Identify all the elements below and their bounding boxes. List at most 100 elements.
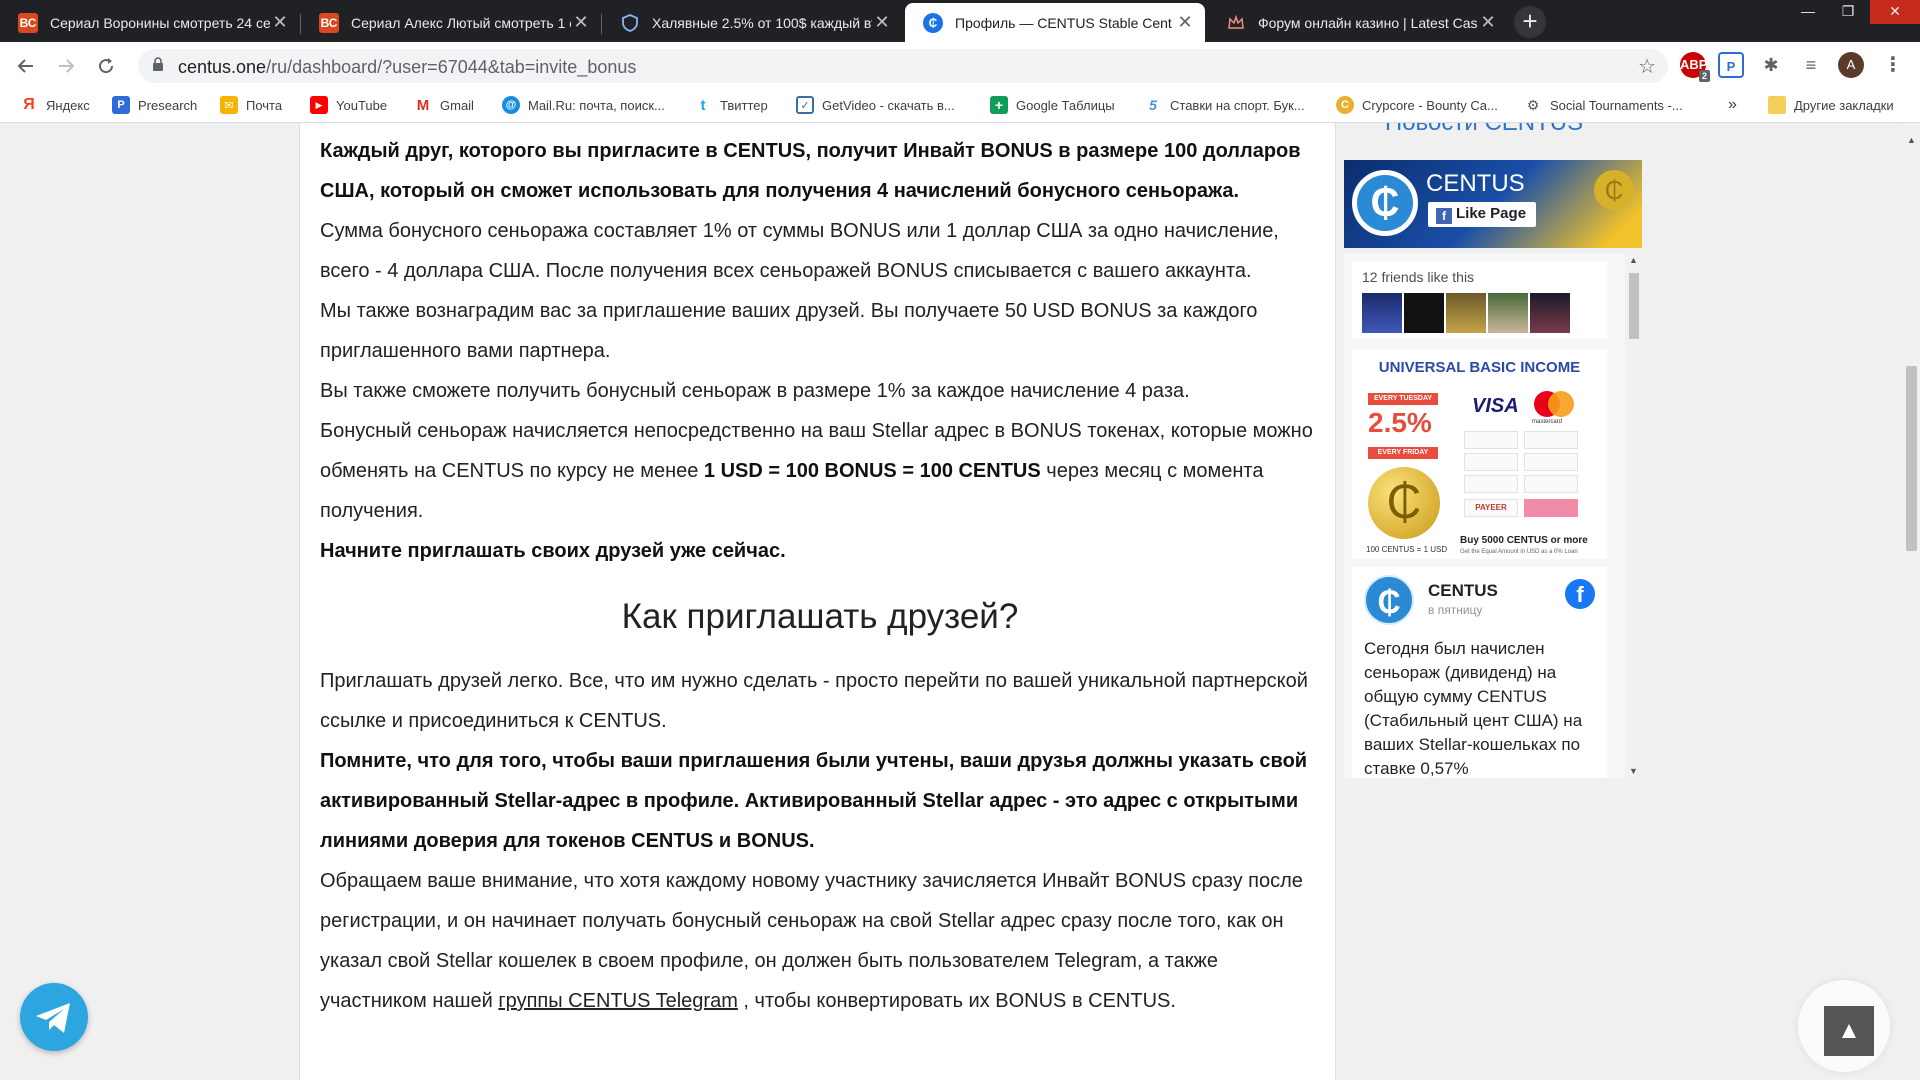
telegram-group-link[interactable]: группы CENTUS Telegram (498, 990, 737, 1012)
tab-alex[interactable]: ВС Сериал Алекс Лютый смотреть 1 сезон ✕ (301, 3, 601, 42)
browser-toolbar: centus.one/ru/dashboard/?user=67044&tab=… (0, 42, 1920, 88)
presearch-icon: P (112, 96, 130, 114)
bookmark-sport-bets[interactable]: 5 Ставки на спорт. Бук... (1144, 96, 1305, 114)
profile-avatar[interactable]: A (1838, 52, 1864, 78)
bookmark-crypcore[interactable]: C Crypcore - Bounty Ca... (1336, 96, 1498, 114)
tab-strip: ВС Сериал Воронины смотреть 24 сезон ✕ В… (0, 0, 1920, 42)
tab-voronin[interactable]: ВС Сериал Воронины смотреть 24 сезон ✕ (0, 3, 300, 42)
tab-title: Профиль — CENTUS Stable Cent (955, 14, 1172, 31)
facebook-feed[interactable]: 12 friends like this UNIVERSAL BASIC INC… (1344, 253, 1642, 778)
address-bar[interactable]: centus.one/ru/dashboard/?user=67044&tab=… (138, 49, 1668, 83)
lock-icon[interactable] (152, 57, 164, 74)
feed-scrollbar[interactable]: ▲ ▼ (1625, 253, 1642, 778)
exchange-paragraph: Бонусный сеньораж начисляется непосредст… (320, 411, 1320, 531)
seigniorage-paragraph: Вы также сможете получить бонусный сеньо… (320, 380, 1190, 402)
fb-like-label: Like Page (1456, 205, 1527, 222)
friend-avatar[interactable] (1530, 293, 1570, 333)
scroll-up-arrow-icon[interactable]: ▲ (1907, 135, 1916, 145)
friends-count-text: 12 friends like this (1362, 269, 1475, 285)
bookmark-presearch[interactable]: P Presearch (112, 96, 197, 114)
adblock-icon[interactable]: ABP 2 (1680, 52, 1710, 82)
other-bookmarks-folder[interactable]: Другие закладки (1768, 96, 1894, 114)
scroll-up-arrow-icon[interactable]: ▲ (1629, 255, 1638, 265)
post-author-avatar[interactable]: ₵ (1364, 575, 1414, 625)
bookmark-yandex[interactable]: Я Яндекс (20, 96, 90, 114)
friend-avatar[interactable] (1446, 293, 1486, 333)
ubi-buy-text: Buy 5000 CENTUS or more (1460, 535, 1588, 546)
fb-page-name[interactable]: CENTUS (1426, 170, 1525, 198)
fb-like-page-button[interactable]: f Like Page (1428, 202, 1537, 227)
facebook-page-cover[interactable]: ₵ CENTUS f Like Page ₵ (1344, 160, 1642, 248)
bookmark-star-icon[interactable]: ☆ (1638, 54, 1656, 79)
gmail-icon: M (416, 96, 430, 114)
post-date[interactable]: в пятницу (1428, 603, 1482, 617)
intro-bold-text: Каждый друг, которого вы пригласите в CE… (320, 140, 1301, 202)
tab-casino-forum[interactable]: Форум онлайн казино | Latest Casino ✕ (1208, 3, 1508, 42)
telegram-icon (36, 1003, 70, 1033)
tab-close-icon[interactable]: ✕ (270, 12, 290, 33)
back-button[interactable] (10, 50, 42, 82)
bookmark-mailru[interactable]: @ Mail.Ru: почта, поиск... (502, 96, 665, 114)
telegram-note-paragraph: Обращаем ваше внимание, что хотя каждому… (320, 861, 1320, 1021)
friend-avatar[interactable] (1404, 293, 1444, 333)
maximize-button[interactable]: ❐ (1828, 0, 1868, 24)
menu-kebab-icon[interactable]: ⋮ (1880, 52, 1906, 78)
reload-button[interactable] (90, 50, 122, 82)
url-path: /ru/dashboard/?user=67044&tab=invite_bon… (266, 57, 637, 77)
bookmark-label: Presearch (138, 97, 198, 113)
tab-close-icon[interactable]: ✕ (872, 12, 892, 33)
mail-envelope-icon: ✉ (220, 96, 238, 114)
ubi-title: UNIVERSAL BASIC INCOME (1378, 359, 1581, 376)
post-author-name[interactable]: CENTUS (1428, 581, 1498, 601)
page-scrollbar-thumb[interactable] (1906, 366, 1917, 551)
bookmark-label: Яндекс (46, 97, 90, 113)
tab-close-icon[interactable]: ✕ (571, 12, 591, 33)
presearch-extension-icon[interactable]: P (1718, 52, 1744, 78)
scroll-down-arrow-icon[interactable]: ▼ (1629, 766, 1638, 776)
bookmark-pochta[interactable]: ✉ Почта (220, 96, 282, 114)
puzzle-extensions-icon[interactable]: ✱ (1758, 52, 1784, 78)
news-sidebar: Новости CENTUS ₵ CENTUS fLike Page ₵ 12 … (1335, 123, 1642, 1080)
window-close-button[interactable]: ✕ (1870, 0, 1920, 24)
ubi-rate: 100 CENTUS = 1 USD (1366, 545, 1448, 554)
page-scrollbar[interactable]: ▲ (1903, 123, 1920, 1080)
mastercard-logo (1534, 391, 1574, 417)
telegram-note-text-end: , чтобы конвертировать их BONUS в CENTUS… (737, 990, 1176, 1012)
bookmark-social-tournaments[interactable]: ⚙ Social Tournaments -... (1524, 96, 1683, 114)
chevron-up-icon: ▲ (1837, 1017, 1861, 1044)
friend-avatar[interactable] (1488, 293, 1528, 333)
invite-bonus-article: Каждый друг, которого вы пригласите в CE… (320, 131, 1320, 1021)
facebook-logo-icon[interactable]: f (1565, 579, 1595, 609)
url-host: centus.one (178, 57, 267, 77)
adblock-badge: 2 (1698, 70, 1710, 82)
minimize-button[interactable]: — (1788, 0, 1828, 24)
ubi-banner[interactable]: UNIVERSAL BASIC INCOME EVERY TUESDAY 2.5… (1352, 349, 1607, 559)
forward-button[interactable] (50, 50, 82, 82)
payment-method-box (1464, 453, 1518, 471)
feed-scrollbar-thumb[interactable] (1629, 273, 1639, 339)
bonus-amount-paragraph: Сумма бонусного сеньоража составляет 1% … (320, 220, 1279, 282)
bookmark-label: Gmail (440, 97, 474, 113)
reading-list-icon[interactable]: ≡ (1798, 52, 1824, 78)
more-bookmarks-chevron-icon[interactable]: » (1728, 96, 1737, 114)
bookmark-google-sheets[interactable]: + Google Таблицы (990, 96, 1115, 114)
bookmark-label: Google Таблицы (1016, 97, 1115, 113)
telegram-button[interactable] (20, 983, 88, 1051)
back-to-top-button[interactable]: ▲ (1824, 1006, 1874, 1056)
bookmark-twitter[interactable]: t Твиттер (694, 96, 768, 114)
tab-close-icon[interactable]: ✕ (1175, 12, 1195, 33)
every-tuesday-badge: EVERY TUESDAY (1368, 393, 1438, 405)
tab-halyava[interactable]: Халявные 2.5% от 100$ каждый вторник ✕ (602, 3, 902, 42)
url-text[interactable]: centus.one/ru/dashboard/?user=67044&tab=… (178, 57, 636, 78)
social-tournaments-icon: ⚙ (1526, 96, 1540, 113)
bookmark-label: Твиттер (720, 97, 768, 113)
bookmarks-bar: Я Яндекс P Presearch ✉ Почта ▶ YouTube M Gmai… (0, 88, 1920, 123)
tab-favicon: ₵ (923, 12, 943, 33)
tab-close-icon[interactable]: ✕ (1478, 12, 1498, 33)
bookmark-getvideo[interactable]: ✓ GetVideo - скачать в... (796, 96, 955, 114)
new-tab-button[interactable]: + (1514, 6, 1546, 38)
tab-centus-profile[interactable]: ₵ Профиль — CENTUS Stable Cent ✕ (905, 3, 1205, 42)
friend-avatar[interactable] (1362, 293, 1402, 333)
bookmark-youtube[interactable]: ▶ YouTube (310, 96, 387, 114)
bookmark-gmail[interactable]: M Gmail (414, 96, 474, 114)
